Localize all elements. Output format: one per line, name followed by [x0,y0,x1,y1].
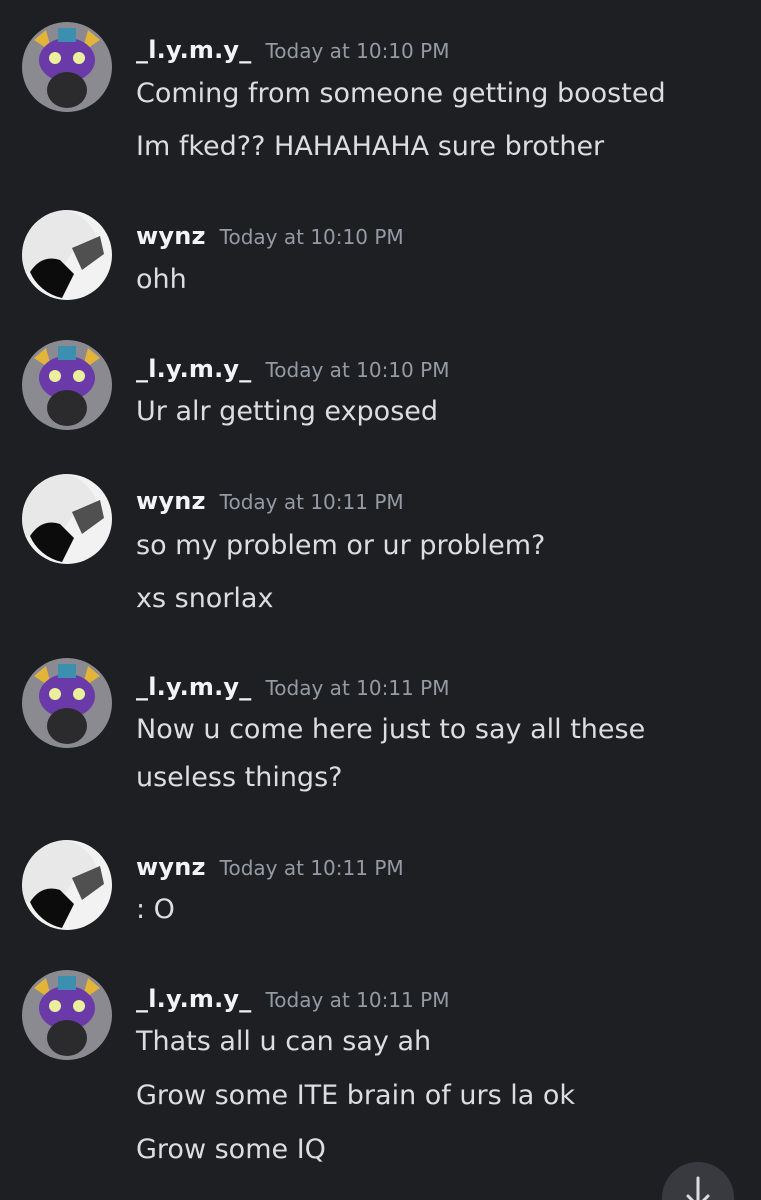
lymy-avatar-icon [22,340,112,430]
message-text: so my problem or ur problem? [136,530,546,561]
avatar[interactable] [22,22,112,112]
wynz-avatar-icon [22,210,112,300]
message-text: ohh [136,264,187,295]
message-text: Ur alr getting exposed [136,396,439,427]
message-text: Grow some ITE brain of urs la ok [136,1080,576,1111]
avatar[interactable] [22,210,112,300]
lymy-avatar-icon [22,22,112,112]
message-text: Thats all u can say ah [136,1026,432,1057]
wynz-avatar-icon [22,840,112,930]
avatar[interactable] [22,840,112,930]
author-name[interactable]: _l.y.m.y_ [136,36,251,64]
timestamp: Today at 10:11 PM [265,676,450,700]
avatar[interactable] [22,658,112,748]
timestamp: Today at 10:11 PM [219,490,404,514]
lymy-avatar-icon [22,658,112,748]
author-name[interactable]: _l.y.m.y_ [136,985,251,1013]
avatar[interactable] [22,474,112,564]
message-text: xs snorlax [136,583,274,614]
message-text: useless things? [136,762,343,793]
author-name[interactable]: wynz [136,853,206,881]
author-name[interactable]: wynz [136,487,206,515]
message-text: Im fked?? HAHAHAHA sure brother [136,131,605,162]
author-name[interactable]: _l.y.m.y_ [136,355,251,383]
message-text: Grow some IQ [136,1134,326,1165]
avatar[interactable] [22,970,112,1060]
arrow-down-icon [686,1176,710,1200]
chat-log: _l.y.m.y_ Today at 10:10 PM Coming from s… [0,0,761,1200]
timestamp: Today at 10:10 PM [265,358,450,382]
message-text: Now u come here just to say all these [136,714,646,745]
scroll-to-bottom-button[interactable] [662,1162,734,1200]
timestamp: Today at 10:11 PM [219,856,404,880]
timestamp: Today at 10:10 PM [265,39,450,63]
message-text: : O [136,894,175,925]
avatar[interactable] [22,340,112,430]
author-name[interactable]: wynz [136,222,206,250]
timestamp: Today at 10:10 PM [219,225,404,249]
message-text: Coming from someone getting boosted [136,78,666,109]
wynz-avatar-icon [22,474,112,564]
author-name[interactable]: _l.y.m.y_ [136,673,251,701]
lymy-avatar-icon [22,970,112,1060]
timestamp: Today at 10:11 PM [265,988,450,1012]
